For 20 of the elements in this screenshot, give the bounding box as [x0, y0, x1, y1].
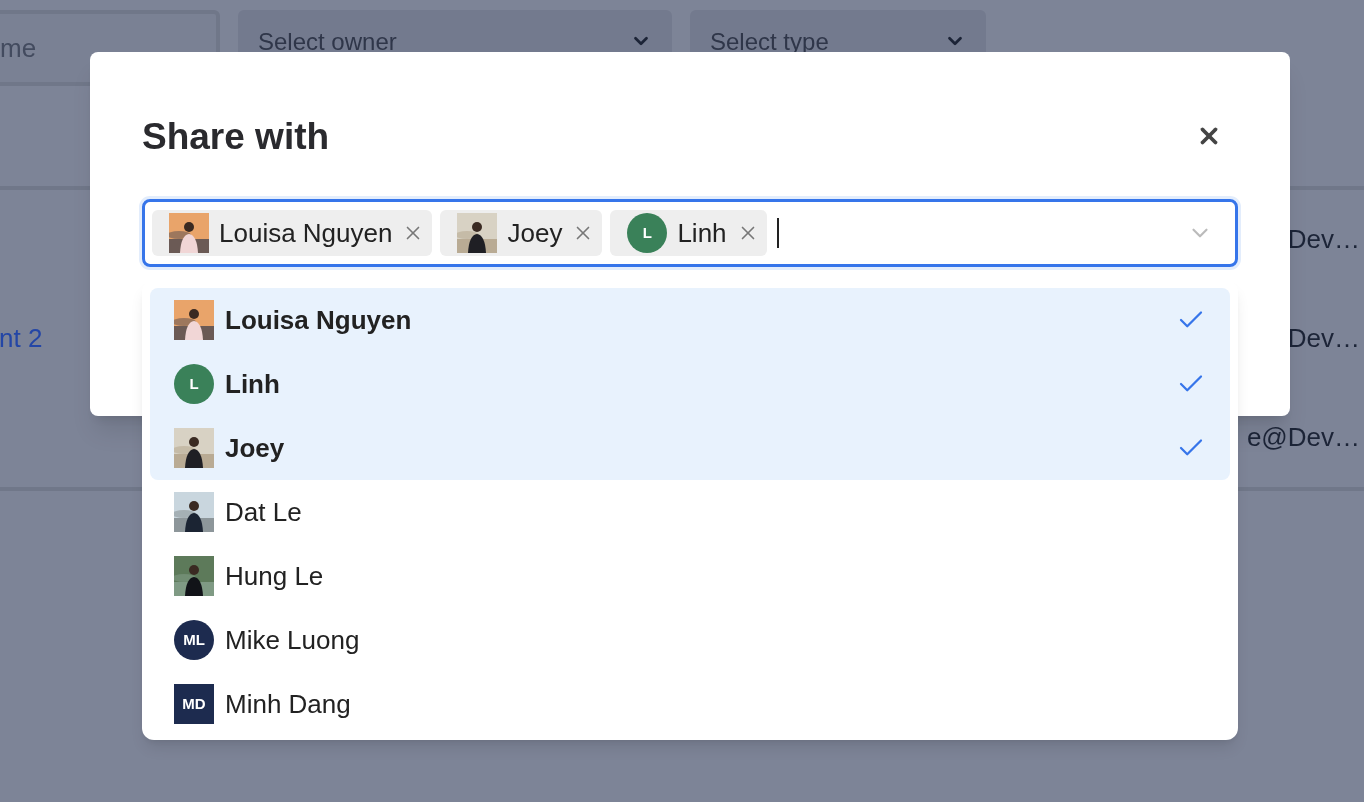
- dialog-title: Share with: [142, 117, 330, 155]
- option-item[interactable]: Hung Le: [150, 544, 1230, 608]
- chip-label: Linh: [677, 216, 727, 250]
- avatar: MD: [174, 684, 214, 724]
- text-cursor: [776, 218, 779, 248]
- option-item[interactable]: MD Minh Dang: [150, 672, 1230, 736]
- avatar: L: [627, 213, 668, 253]
- share-select[interactable]: Louisa Nguyen Joey L Linh: [142, 199, 1238, 267]
- option-item[interactable]: Joey: [150, 416, 1230, 480]
- option-item[interactable]: Dat Le: [150, 480, 1230, 544]
- chip-label: Louisa Nguyen: [219, 216, 393, 250]
- option-item[interactable]: Louisa Nguyen: [150, 288, 1230, 352]
- chip-label: Joey: [507, 216, 563, 250]
- email-text: Dev…: [1287, 322, 1361, 355]
- avatar: L: [174, 364, 214, 404]
- option-item[interactable]: L Linh: [150, 352, 1230, 416]
- option-item[interactable]: ML Mike Luong: [150, 608, 1230, 672]
- avatar: ML: [174, 620, 214, 660]
- email-text: Dev…: [1287, 223, 1361, 256]
- email-text: e@Dev…: [1246, 421, 1361, 454]
